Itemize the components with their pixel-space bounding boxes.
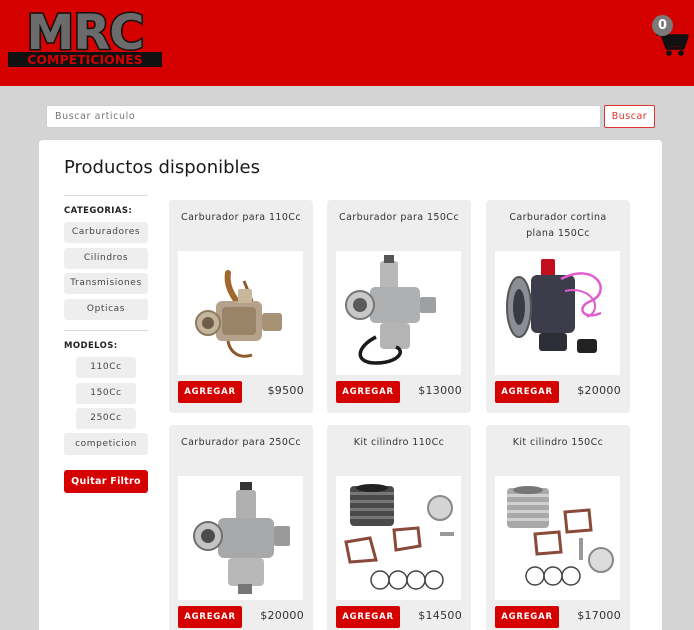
categories-heading: CATEGORIAS:: [64, 206, 133, 216]
product-title[interactable]: Carburador para 110Cc: [177, 210, 305, 226]
product-image[interactable]: [336, 251, 461, 375]
cart-count-badge: 0: [652, 15, 673, 36]
product-image[interactable]: [495, 476, 620, 600]
category-cilindros[interactable]: Cilindros: [64, 248, 148, 269]
product-price: $20000: [260, 609, 304, 622]
product-card: Kit cilindro 150Cc AGREGAR $17000: [486, 425, 630, 630]
product-title[interactable]: Carburador para 250Cc: [177, 435, 305, 451]
carburetor-icon: [506, 259, 602, 353]
add-to-cart-button[interactable]: AGREGAR: [178, 381, 242, 403]
product-card: Kit cilindro 110Cc AGREGAR $14500: [327, 425, 471, 630]
product-card: Carburador para 150Cc AGREGAR $13000: [327, 200, 471, 413]
product-price: $13000: [418, 384, 462, 397]
product-title[interactable]: Carburador cortina plana 150Cc: [494, 210, 622, 242]
product-price: $17000: [577, 609, 621, 622]
carburetor-icon: [345, 255, 436, 365]
category-opticas[interactable]: Opticas: [64, 299, 148, 320]
carburetor-icon: [193, 482, 290, 594]
product-title[interactable]: Kit cilindro 110Cc: [335, 435, 463, 451]
model-150cc[interactable]: 150Cc: [76, 383, 136, 404]
add-to-cart-button[interactable]: AGREGAR: [336, 381, 400, 403]
model-250cc[interactable]: 250Cc: [76, 408, 136, 429]
search-button[interactable]: Buscar: [604, 105, 655, 128]
product-image[interactable]: [336, 476, 461, 600]
add-to-cart-button[interactable]: AGREGAR: [495, 381, 559, 403]
search-input[interactable]: [46, 105, 601, 128]
product-image[interactable]: [495, 251, 620, 375]
add-to-cart-button[interactable]: AGREGAR: [336, 606, 400, 628]
cylinder-kit-icon: [344, 484, 454, 590]
product-card: Carburador cortina plana 150Cc AGREGAR $…: [486, 200, 630, 413]
add-to-cart-button[interactable]: AGREGAR: [178, 606, 242, 628]
product-price: $9500: [267, 384, 304, 397]
remove-filter-button[interactable]: Quitar Filtro: [64, 470, 148, 493]
carburetor-icon: [195, 270, 282, 358]
category-transmisiones[interactable]: Transmisiones: [64, 273, 148, 294]
product-price: $14500: [418, 609, 462, 622]
models-heading: MODELOS:: [64, 341, 118, 351]
product-image[interactable]: [178, 251, 303, 375]
sidebar-divider: [64, 195, 148, 196]
model-competicion[interactable]: competicion: [64, 433, 148, 455]
mrc-logo[interactable]: MRC COMPETICIONES: [4, 4, 166, 70]
product-image[interactable]: [178, 476, 303, 600]
model-110cc[interactable]: 110Cc: [76, 357, 136, 378]
cylinder-kit-icon: [507, 486, 614, 586]
product-card: Carburador para 250Cc AGREGAR $20000: [169, 425, 313, 630]
product-title[interactable]: Carburador para 150Cc: [335, 210, 463, 226]
product-title[interactable]: Kit cilindro 150Cc: [494, 435, 622, 451]
svg-text:COMPETICIONES: COMPETICIONES: [27, 52, 143, 67]
add-to-cart-button[interactable]: AGREGAR: [495, 606, 559, 628]
site-header: MRC COMPETICIONES 0: [0, 0, 694, 86]
category-carburadores[interactable]: Carburadores: [64, 222, 148, 243]
page-title: Productos disponibles: [64, 157, 260, 178]
product-card: Carburador para 110Cc AGREGAR $9500: [169, 200, 313, 413]
sidebar-divider: [64, 330, 148, 331]
product-price: $20000: [577, 384, 621, 397]
